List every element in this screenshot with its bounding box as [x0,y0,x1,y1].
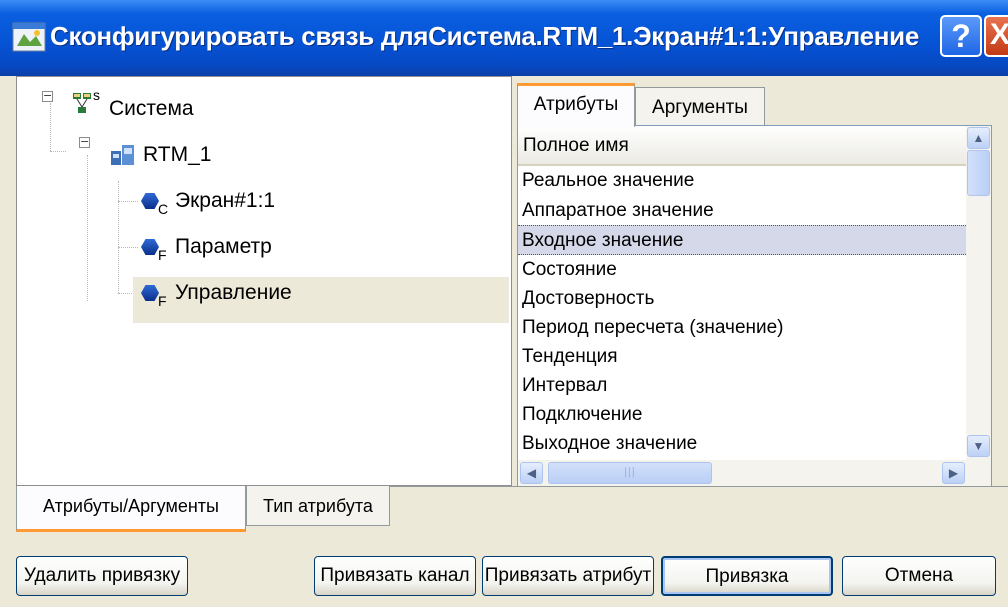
rtm-workstation-icon [111,145,134,165]
tree-node-system[interactable]: Система [109,97,194,121]
window-title: Сконфигурировать связь дляСистема.RTM_1.… [50,21,919,51]
tree-line [118,247,138,248]
list-item[interactable]: Аппаратное значение [518,196,966,226]
list-item[interactable]: Реальное значение [518,166,966,196]
bind-channel-button[interactable]: Привязать канал [314,556,476,596]
horizontal-scroll-thumb[interactable]: ||| [548,462,712,484]
tree-line [87,155,88,301]
column-header-full-name[interactable]: Полное имя [518,126,966,166]
attributes-list[interactable]: Полное имя Реальное значение Аппаратное … [517,125,992,487]
tree-node-parameter[interactable]: Параметр [175,235,272,259]
horizontal-scrollbar[interactable]: ◀ ||| ▶ [518,460,991,486]
type-subscript: F [158,247,167,263]
type-subscript: C [158,201,169,217]
tree-line [50,151,66,152]
scroll-right-icon[interactable]: ▶ [942,462,965,484]
tab-attributes[interactable]: Атрибуты [517,83,635,127]
tree-line [118,181,119,293]
tab-attribute-type[interactable]: Тип атрибута [246,486,390,526]
tab-attributes-arguments[interactable]: Атрибуты/Аргументы [16,486,246,532]
vertical-scrollbar[interactable]: ▲ ▼ [966,126,991,460]
object-tree[interactable]: − s Система − RTM_1 C Экран#1:1 F Параме… [16,76,512,486]
configure-link-app-icon [12,22,46,52]
object-hexagon-icon [141,193,159,209]
collapse-toggle-rtm[interactable]: − [79,136,90,148]
tree-node-rtm[interactable]: RTM_1 [143,143,211,167]
bind-attribute-button[interactable]: Привязать атрибут [482,556,654,596]
list-item-selected[interactable]: Входное значение [518,225,966,255]
list-item[interactable]: Интервал [518,371,966,401]
tree-line [50,103,51,151]
binding-button[interactable]: Привязка [661,556,833,596]
close-button[interactable]: X [984,15,1008,57]
collapse-toggle-system[interactable]: − [42,90,53,102]
list-item[interactable]: Выходное значение [518,429,966,459]
scroll-up-icon[interactable]: ▲ [967,127,990,149]
list-item[interactable]: Подключение [518,400,966,430]
scroll-left-icon[interactable]: ◀ [520,462,543,484]
tree-node-control[interactable]: Управление [175,281,292,305]
scroll-down-icon[interactable]: ▼ [967,435,990,457]
help-button[interactable]: ? [940,15,982,57]
type-subscript: F [158,293,167,309]
list-item[interactable]: Достоверность [518,284,966,314]
list-item[interactable]: Тенденция [518,342,966,372]
object-hexagon-icon [141,239,159,255]
bind-dialog-window: Сконфигурировать связь дляСистема.RTM_1.… [0,0,1008,607]
title-bar[interactable]: Сконфигурировать связь дляСистема.RTM_1.… [0,0,1008,76]
tree-line [118,201,138,202]
tree-node-screen[interactable]: Экран#1:1 [175,189,275,213]
list-item[interactable]: Состояние [518,255,966,285]
delete-binding-button[interactable]: Удалить привязку [16,556,188,596]
list-item[interactable]: Период пересчета (значение) [518,313,966,343]
tab-arguments[interactable]: Аргументы [635,87,765,127]
system-icon-superscript: s [93,87,100,103]
vertical-scroll-thumb[interactable] [967,150,990,196]
cancel-button[interactable]: Отмена [842,556,996,596]
